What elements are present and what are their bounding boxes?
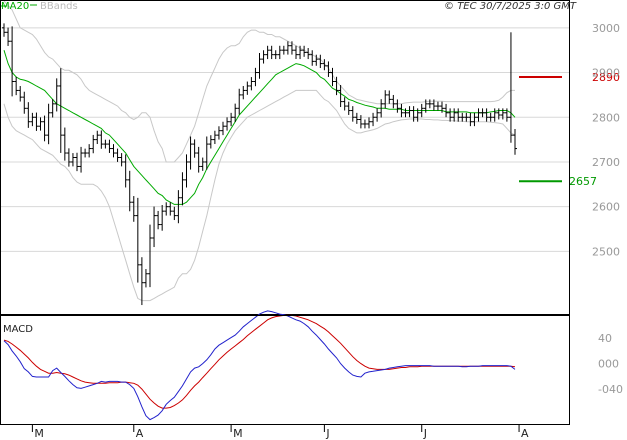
month-label: M bbox=[34, 427, 44, 440]
legend: MA20 BBands bbox=[1, 1, 78, 12]
macd-tick-1: 000 bbox=[598, 358, 619, 371]
price-tick-2900: 2900 bbox=[592, 67, 620, 80]
chart-background bbox=[0, 0, 627, 440]
price-tick-2600: 2600 bbox=[592, 201, 620, 214]
stock-chart: 28902657 250026002700280029003000 MA20 B… bbox=[0, 0, 627, 440]
price-tick-2800: 2800 bbox=[592, 111, 620, 124]
month-label: A bbox=[521, 427, 529, 440]
price-tick-2700: 2700 bbox=[592, 156, 620, 169]
timestamp: © TEC 30/7/2025 3:0 GMT bbox=[444, 1, 577, 12]
month-label: M bbox=[233, 427, 243, 440]
ma20-legend: MA20 bbox=[1, 1, 29, 12]
macd-tick-0: 40 bbox=[598, 332, 612, 345]
price-tick-2500: 2500 bbox=[592, 245, 620, 258]
macd-title: MACD bbox=[3, 324, 33, 335]
support-label: 2657 bbox=[569, 175, 597, 188]
month-label: A bbox=[136, 427, 144, 440]
price-tick-3000: 3000 bbox=[592, 22, 620, 35]
macd-tick-2: -040 bbox=[598, 383, 623, 396]
month-label: J bbox=[423, 427, 427, 440]
bbands-legend: BBands bbox=[40, 1, 78, 12]
month-label: J bbox=[325, 427, 329, 440]
